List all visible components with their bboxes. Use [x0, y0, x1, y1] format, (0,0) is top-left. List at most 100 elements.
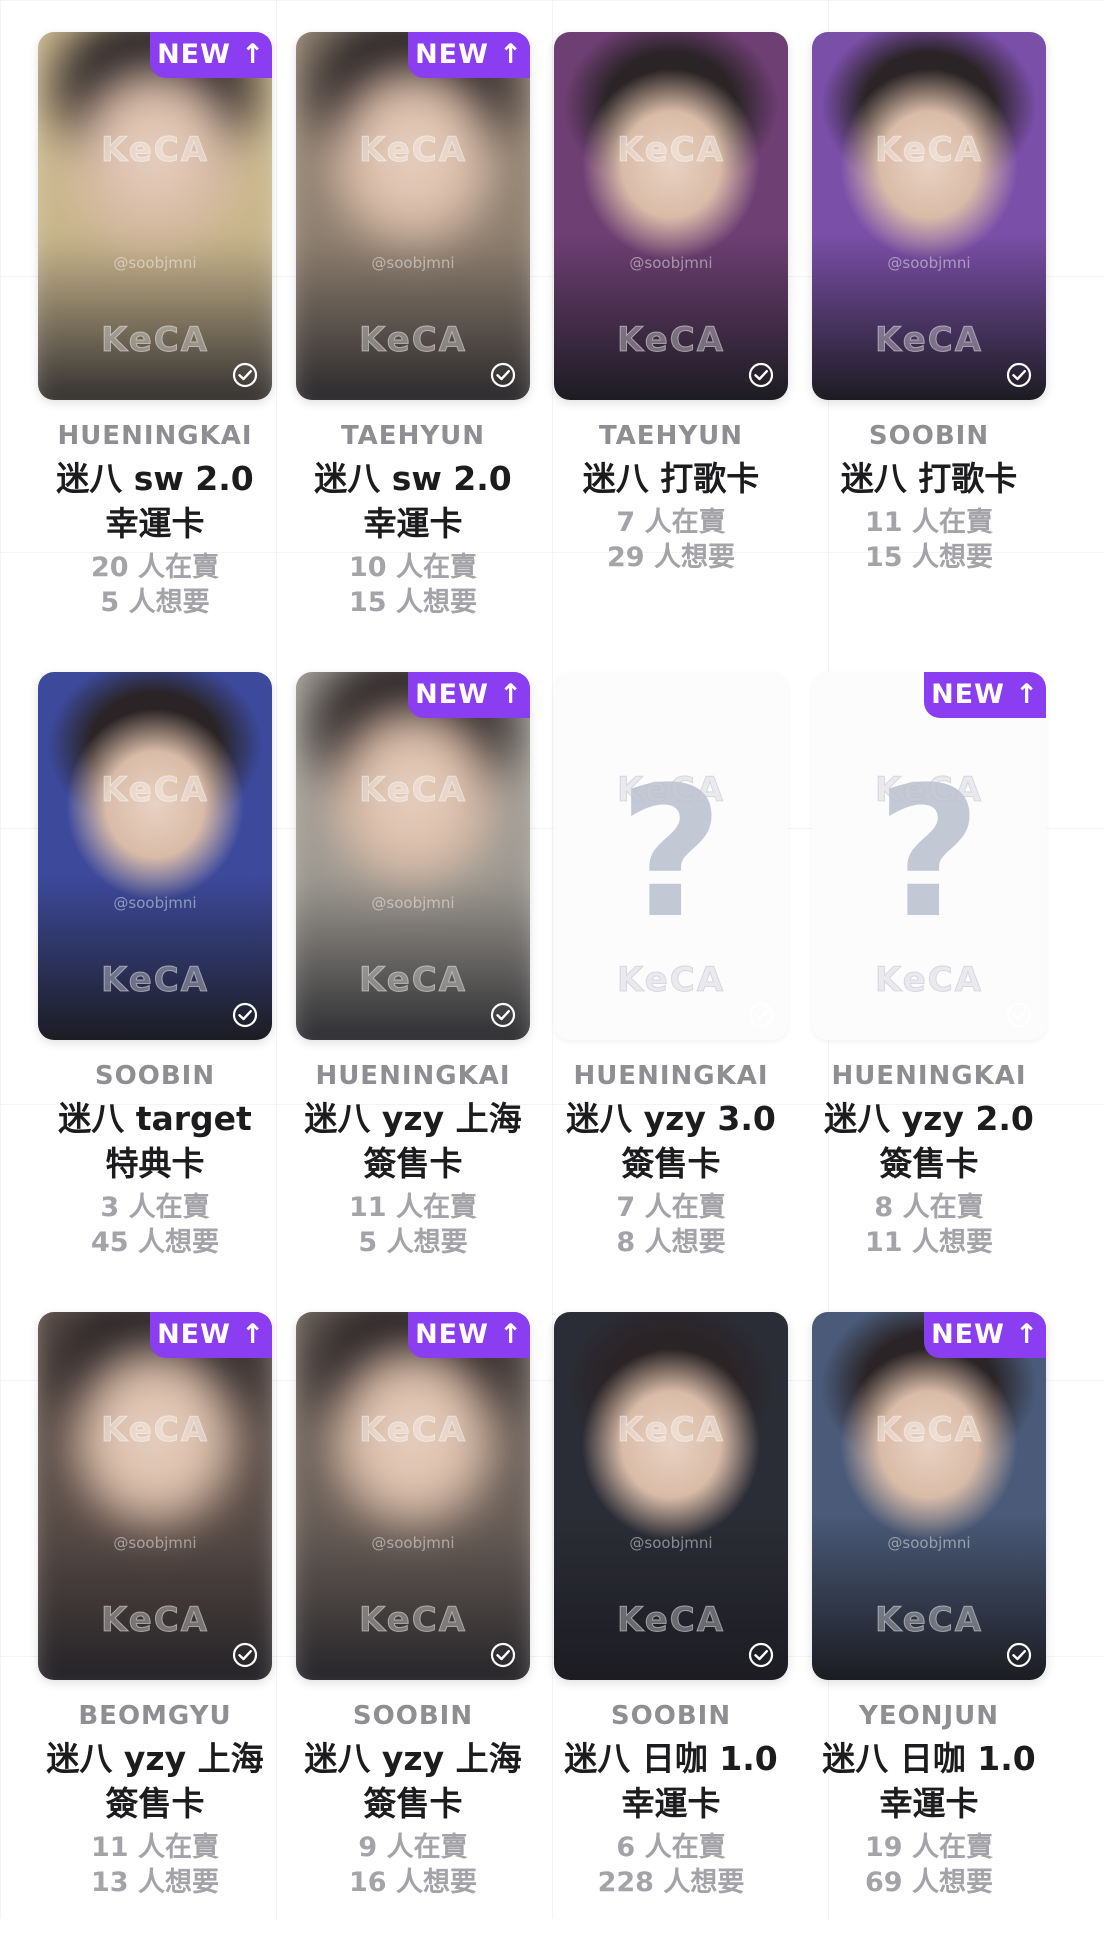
watermark-handle: @soobjmni	[887, 254, 971, 272]
photocard-item[interactable]: KeCA @soobjmni KeCA SOOBIN 迷八 日咖 1.0 幸運卡…	[542, 1302, 800, 1942]
member-name: SOOBIN	[610, 1701, 732, 1731]
new-badge: NEW ↑	[408, 32, 530, 78]
card-title-line2: 幸運卡	[105, 504, 205, 543]
card-title-line2: 幸運卡	[879, 1784, 979, 1823]
photocard-image[interactable]: ? KeCA KeCA NEW ↑	[812, 672, 1046, 1040]
watermark-logo: KeCA	[616, 960, 726, 1001]
card-stats: 7 人在賣 8 人想要	[616, 1190, 725, 1260]
member-name: TAEHYUN	[340, 421, 486, 451]
photocard-item[interactable]: KeCA @soobjmni KeCA NEW ↑ HUENINGKAI 迷八 …	[284, 662, 542, 1302]
selling-count: 3 人在賣	[100, 1192, 210, 1223]
photocard-item[interactable]: KeCA @soobjmni KeCA SOOBIN 迷八 target 特典卡…	[26, 662, 284, 1302]
watermark-logo: KeCA	[616, 130, 726, 171]
check-circle-icon[interactable]	[1006, 1642, 1032, 1668]
photocard-item[interactable]: KeCA @soobjmni KeCA NEW ↑ TAEHYUN 迷八 sw …	[284, 22, 542, 662]
card-title: 迷八 打歌卡	[583, 456, 760, 501]
member-name: HUENINGKAI	[57, 421, 253, 451]
check-circle-icon[interactable]	[232, 1642, 258, 1668]
check-circle-icon[interactable]	[1006, 362, 1032, 388]
card-title: 迷八 yzy 上海 簽售卡	[46, 1736, 263, 1826]
card-title-line1: 迷八 打歌卡	[582, 459, 760, 498]
photocard-item[interactable]: KeCA @soobjmni KeCA NEW ↑ BEOMGYU 迷八 yzy…	[26, 1302, 284, 1942]
card-title: 迷八 target 特典卡	[58, 1096, 252, 1186]
card-stats: 11 人在賣 13 人想要	[91, 1830, 219, 1900]
photocard-image[interactable]: KeCA @soobjmni KeCA NEW ↑	[38, 1312, 272, 1680]
card-title-line2: 特典卡	[105, 1144, 205, 1183]
selling-count: 11 人在賣	[865, 507, 993, 538]
photocard-image[interactable]: KeCA @soobjmni KeCA NEW ↑	[296, 672, 530, 1040]
member-name: BEOMGYU	[78, 1701, 232, 1731]
watermark-handle: @soobjmni	[629, 1534, 713, 1552]
watermark-logo: KeCA	[874, 1600, 984, 1641]
member-name: HUENINGKAI	[831, 1061, 1027, 1091]
new-badge: NEW ↑	[408, 672, 530, 718]
photocard-item[interactable]: KeCA @soobjmni KeCA SOOBIN 迷八 打歌卡 11 人在賣…	[800, 22, 1058, 662]
new-badge: NEW ↑	[924, 1312, 1046, 1358]
check-circle-icon[interactable]	[748, 362, 774, 388]
watermark-logo: KeCA	[616, 320, 726, 361]
check-circle-icon[interactable]	[490, 1002, 516, 1028]
card-title-line1: 迷八 打歌卡	[840, 459, 1018, 498]
card-title-line1: 迷八 日咖 1.0	[564, 1739, 778, 1778]
photocard-item[interactable]: KeCA @soobjmni KeCA NEW ↑ SOOBIN 迷八 yzy …	[284, 1302, 542, 1942]
watermark-logo: KeCA	[616, 770, 726, 811]
selling-count: 11 人在賣	[91, 1832, 219, 1863]
selling-count: 7 人在賣	[616, 1192, 726, 1223]
watermark-logo: KeCA	[616, 1600, 726, 1641]
photocard-image[interactable]: KeCA @soobjmni KeCA NEW ↑	[38, 32, 272, 400]
selling-count: 11 人在賣	[349, 1192, 477, 1223]
card-title: 迷八 yzy 上海 簽售卡	[304, 1736, 521, 1826]
card-stats: 3 人在賣 45 人想要	[91, 1190, 219, 1260]
check-circle-icon[interactable]	[490, 1642, 516, 1668]
card-title-line1: 迷八 yzy 2.0	[824, 1099, 1034, 1138]
wanting-count: 5 人想要	[100, 587, 210, 618]
new-badge: NEW ↑	[150, 1312, 272, 1358]
check-circle-icon[interactable]	[1006, 1002, 1032, 1028]
wanting-count: 11 人想要	[865, 1227, 993, 1258]
selling-count: 10 人在賣	[349, 552, 477, 583]
photocard-image[interactable]: KeCA @soobjmni KeCA NEW ↑	[296, 32, 530, 400]
wanting-count: 15 人想要	[349, 587, 477, 618]
photocard-item[interactable]: KeCA @soobjmni KeCA NEW ↑ YEONJUN 迷八 日咖 …	[800, 1302, 1058, 1942]
photocard-image[interactable]: KeCA @soobjmni KeCA	[554, 1312, 788, 1680]
watermark-logo: KeCA	[358, 1600, 468, 1641]
photocard-item[interactable]: ? KeCA KeCA HUENINGKAI 迷八 yzy 3.0 簽售卡 7 …	[542, 662, 800, 1302]
check-circle-icon[interactable]	[232, 362, 258, 388]
photocard-image[interactable]: KeCA @soobjmni KeCA	[554, 32, 788, 400]
wanting-count: 13 人想要	[91, 1867, 219, 1898]
card-title: 迷八 yzy 2.0 簽售卡	[824, 1096, 1034, 1186]
photocard-image[interactable]: KeCA @soobjmni KeCA NEW ↑	[812, 1312, 1046, 1680]
card-title-line1: 迷八 yzy 3.0	[566, 1099, 776, 1138]
photocard-image[interactable]: KeCA @soobjmni KeCA	[812, 32, 1046, 400]
wanting-count: 228 人想要	[597, 1867, 745, 1898]
card-stats: 9 人在賣 16 人想要	[349, 1830, 477, 1900]
card-title-line2: 幸運卡	[363, 504, 463, 543]
watermark-handle: @soobjmni	[629, 254, 713, 272]
photocard-image[interactable]: ? KeCA KeCA	[554, 672, 788, 1040]
watermark-logo: KeCA	[874, 1410, 984, 1451]
photocard-image[interactable]: KeCA @soobjmni KeCA	[38, 672, 272, 1040]
watermark-logo: KeCA	[874, 320, 984, 361]
card-title-line2: 簽售卡	[105, 1784, 205, 1823]
selling-count: 6 人在賣	[616, 1832, 726, 1863]
watermark-logo: KeCA	[358, 960, 468, 1001]
selling-count: 19 人在賣	[865, 1832, 993, 1863]
selling-count: 9 人在賣	[358, 1832, 468, 1863]
watermark-logo: KeCA	[358, 130, 468, 171]
member-name: HUENINGKAI	[573, 1061, 769, 1091]
check-circle-icon[interactable]	[748, 1642, 774, 1668]
watermark-logo: KeCA	[358, 320, 468, 361]
card-title: 迷八 日咖 1.0 幸運卡	[822, 1736, 1035, 1826]
card-title-line1: 迷八 sw 2.0	[56, 459, 254, 498]
photocard-item[interactable]: KeCA @soobjmni KeCA TAEHYUN 迷八 打歌卡 7 人在賣…	[542, 22, 800, 662]
photocard-item[interactable]: KeCA @soobjmni KeCA NEW ↑ HUENINGKAI 迷八 …	[26, 22, 284, 662]
watermark-handle: @soobjmni	[371, 254, 455, 272]
watermark-logo: KeCA	[616, 1410, 726, 1451]
card-title: 迷八 打歌卡	[841, 456, 1018, 501]
photocard-item[interactable]: ? KeCA KeCA NEW ↑ HUENINGKAI 迷八 yzy 2.0 …	[800, 662, 1058, 1302]
photocard-image[interactable]: KeCA @soobjmni KeCA NEW ↑	[296, 1312, 530, 1680]
check-circle-icon[interactable]	[490, 362, 516, 388]
check-circle-icon[interactable]	[748, 1002, 774, 1028]
card-stats: 11 人在賣 5 人想要	[349, 1190, 477, 1260]
check-circle-icon[interactable]	[232, 1002, 258, 1028]
